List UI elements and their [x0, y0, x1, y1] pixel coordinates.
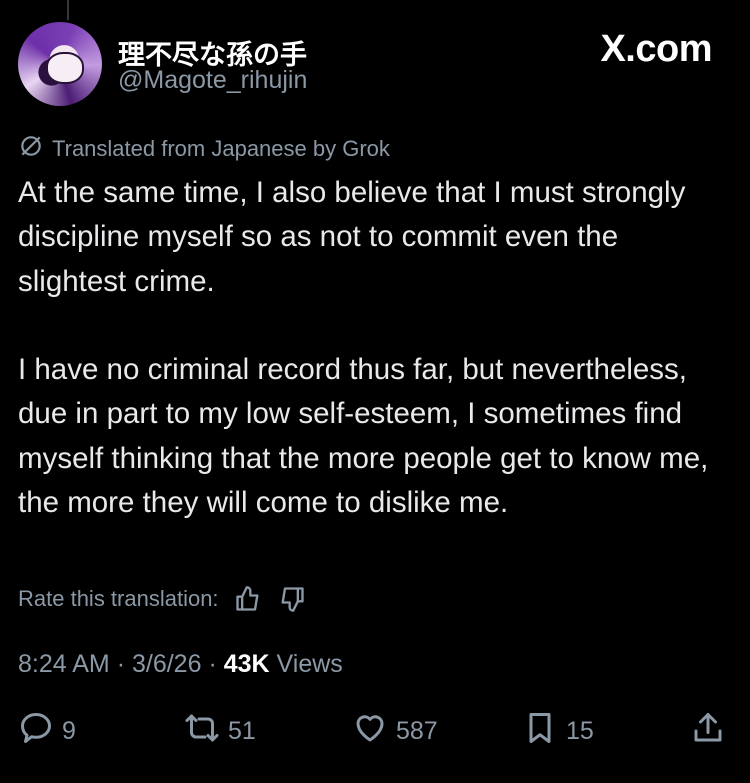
like-icon [352, 710, 388, 753]
post-date[interactable]: 3/6/26 [132, 650, 202, 678]
rate-translation-label: Rate this translation: [18, 586, 219, 611]
repost-count: 51 [228, 717, 256, 745]
like-count: 587 [396, 717, 438, 745]
thumbs-down-icon[interactable] [277, 584, 307, 614]
thumbs-up-icon[interactable] [233, 584, 263, 614]
avatar-illustration [46, 52, 84, 84]
author-handle[interactable]: @Magote_rihujin [118, 66, 307, 95]
reply-button[interactable]: 9 [18, 710, 76, 753]
views-label: Views [276, 650, 343, 678]
repost-button[interactable]: 51 [184, 710, 256, 753]
post-time[interactable]: 8:24 AM [18, 650, 110, 678]
post-body: At the same time, I also believe that I … [18, 176, 709, 520]
like-button[interactable]: 587 [352, 710, 438, 753]
post-meta: 8:24 AM · 3/6/26 · 43K Views [18, 650, 343, 679]
meta-separator: · [208, 650, 217, 678]
translation-note: Translated from Japanese by Grok [18, 133, 390, 165]
bookmark-count: 15 [566, 717, 594, 745]
translate-icon [18, 133, 44, 165]
repost-icon [184, 710, 220, 753]
reply-count: 9 [62, 717, 76, 745]
meta-separator: · [116, 650, 126, 678]
share-icon [690, 710, 726, 753]
site-watermark: X.com [600, 28, 712, 70]
views-count: 43K [223, 650, 270, 678]
reply-icon [18, 710, 54, 753]
bookmark-icon [522, 710, 558, 753]
translation-note-text: Translated from Japanese by Grok [52, 136, 390, 161]
share-button[interactable] [690, 710, 726, 753]
action-bar: 9 51 587 15 [18, 710, 734, 754]
bookmark-button[interactable]: 15 [522, 710, 594, 753]
rate-translation: Rate this translation: [18, 584, 307, 614]
thread-connector-line [67, 0, 69, 20]
avatar[interactable] [18, 22, 102, 106]
